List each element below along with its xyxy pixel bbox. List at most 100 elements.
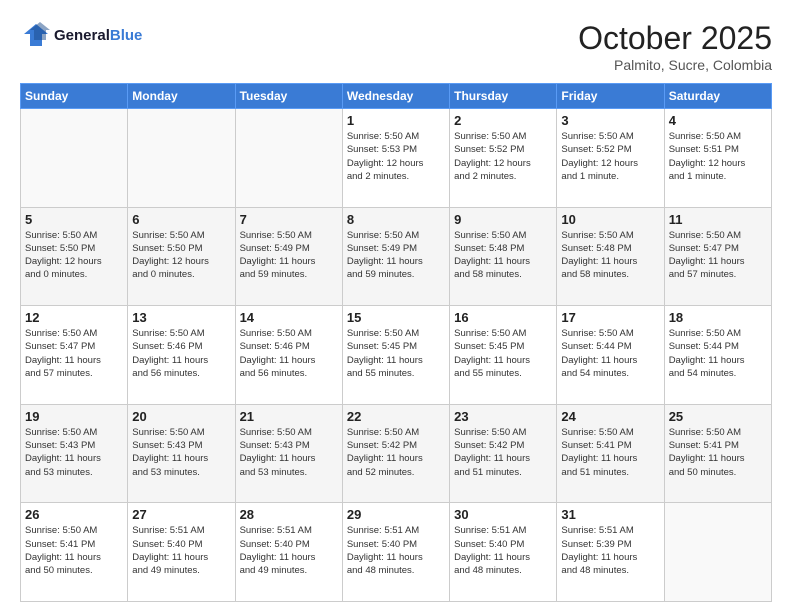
week-row-2: 5Sunrise: 5:50 AMSunset: 5:50 PMDaylight… [21, 207, 772, 306]
calendar-cell: 10 Sunrise: 5:50 AMSunset: 5:48 PMDayligh… [557, 207, 664, 306]
day-info: Sunrise: 5:50 AMSunset: 5:42 PMDaylight:… [347, 426, 445, 479]
day-info: Sunrise: 5:50 AMSunset: 5:52 PMDaylight:… [561, 130, 659, 183]
calendar-cell: 20Sunrise: 5:50 AMSunset: 5:43 PMDayligh… [128, 404, 235, 503]
day-number: 1 [347, 113, 445, 128]
weekday-sunday: Sunday [21, 84, 128, 109]
day-info: Sunrise: 5:50 AMSunset: 5:47 PMDaylight:… [25, 327, 123, 380]
day-info: Sunrise: 5:50 AMSunset: 5:51 PMDaylight:… [669, 130, 767, 183]
day-info: Sunrise: 5:50 AMSunset: 5:42 PMDaylight:… [454, 426, 552, 479]
day-number: 26 [25, 507, 123, 522]
day-number: 24 [561, 409, 659, 424]
calendar-cell: 19Sunrise: 5:50 AMSunset: 5:43 PMDayligh… [21, 404, 128, 503]
day-info: Sunrise: 5:50 AMSunset: 5:47 PMDaylight:… [669, 229, 767, 282]
calendar-cell [235, 109, 342, 208]
day-info: Sunrise: 5:51 AMSunset: 5:40 PMDaylight:… [454, 524, 552, 577]
calendar-cell: 15Sunrise: 5:50 AMSunset: 5:45 PMDayligh… [342, 306, 449, 405]
week-row-5: 26Sunrise: 5:50 AMSunset: 5:41 PMDayligh… [21, 503, 772, 602]
calendar-cell: 27 Sunrise: 5:51 AMSunset: 5:40 PMDayligh… [128, 503, 235, 602]
day-number: 27 [132, 507, 230, 522]
weekday-thursday: Thursday [450, 84, 557, 109]
page: GeneralBlue October 2025 Palmito, Sucre,… [0, 0, 792, 612]
day-info: Sunrise: 5:51 AMSunset: 5:40 PMDaylight:… [240, 524, 338, 577]
day-number: 25 [669, 409, 767, 424]
calendar-cell: 25Sunrise: 5:50 AMSunset: 5:41 PMDayligh… [664, 404, 771, 503]
calendar-cell: 28 Sunrise: 5:51 AMSunset: 5:40 PMDayligh… [235, 503, 342, 602]
day-number: 17 [561, 310, 659, 325]
calendar-cell: 4Sunrise: 5:50 AMSunset: 5:51 PMDaylight… [664, 109, 771, 208]
day-number: 31 [561, 507, 659, 522]
day-info: Sunrise: 5:51 AMSunset: 5:40 PMDaylight:… [347, 524, 445, 577]
day-number: 8 [347, 212, 445, 227]
day-info: Sunrise: 5:50 AMSunset: 5:44 PMDaylight:… [669, 327, 767, 380]
day-info: Sunrise: 5:50 AMSunset: 5:53 PMDaylight:… [347, 130, 445, 183]
calendar-cell: 1 Sunrise: 5:50 AMSunset: 5:53 PMDaylight… [342, 109, 449, 208]
calendar-cell: 24 Sunrise: 5:50 AMSunset: 5:41 PMDayligh… [557, 404, 664, 503]
calendar-cell [21, 109, 128, 208]
day-number: 14 [240, 310, 338, 325]
logo: GeneralBlue [20, 20, 142, 50]
day-number: 12 [25, 310, 123, 325]
calendar-cell: 14 Sunrise: 5:50 AMSunset: 5:46 PMDayligh… [235, 306, 342, 405]
calendar-cell: 2 Sunrise: 5:50 AMSunset: 5:52 PMDaylight… [450, 109, 557, 208]
calendar-cell: 8 Sunrise: 5:50 AMSunset: 5:49 PMDaylight… [342, 207, 449, 306]
calendar-cell: 3 Sunrise: 5:50 AMSunset: 5:52 PMDaylight… [557, 109, 664, 208]
weekday-header-row: SundayMondayTuesdayWednesdayThursdayFrid… [21, 84, 772, 109]
week-row-4: 19Sunrise: 5:50 AMSunset: 5:43 PMDayligh… [21, 404, 772, 503]
weekday-saturday: Saturday [664, 84, 771, 109]
title-block: October 2025 Palmito, Sucre, Colombia [578, 20, 772, 73]
day-info: Sunrise: 5:50 AMSunset: 5:48 PMDaylight:… [561, 229, 659, 282]
day-info: Sunrise: 5:50 AMSunset: 5:45 PMDaylight:… [454, 327, 552, 380]
day-info: Sunrise: 5:50 AMSunset: 5:43 PMDaylight:… [240, 426, 338, 479]
calendar-cell: 23 Sunrise: 5:50 AMSunset: 5:42 PMDayligh… [450, 404, 557, 503]
day-info: Sunrise: 5:50 AMSunset: 5:43 PMDaylight:… [25, 426, 123, 479]
calendar-cell: 21 Sunrise: 5:50 AMSunset: 5:43 PMDayligh… [235, 404, 342, 503]
logo-icon [20, 20, 50, 50]
day-info: Sunrise: 5:51 AMSunset: 5:39 PMDaylight:… [561, 524, 659, 577]
day-number: 2 [454, 113, 552, 128]
day-info: Sunrise: 5:50 AMSunset: 5:50 PMDaylight:… [25, 229, 123, 282]
day-number: 29 [347, 507, 445, 522]
week-row-1: 1 Sunrise: 5:50 AMSunset: 5:53 PMDaylight… [21, 109, 772, 208]
calendar-cell [128, 109, 235, 208]
month-title: October 2025 [578, 20, 772, 57]
weekday-tuesday: Tuesday [235, 84, 342, 109]
week-row-3: 12 Sunrise: 5:50 AMSunset: 5:47 PMDayligh… [21, 306, 772, 405]
day-number: 23 [454, 409, 552, 424]
day-number: 9 [454, 212, 552, 227]
day-info: Sunrise: 5:50 AMSunset: 5:46 PMDaylight:… [132, 327, 230, 380]
calendar-cell: 22 Sunrise: 5:50 AMSunset: 5:42 PMDayligh… [342, 404, 449, 503]
day-number: 18 [669, 310, 767, 325]
day-info: Sunrise: 5:51 AMSunset: 5:40 PMDaylight:… [132, 524, 230, 577]
calendar-cell: 16 Sunrise: 5:50 AMSunset: 5:45 PMDayligh… [450, 306, 557, 405]
calendar-cell: 18 Sunrise: 5:50 AMSunset: 5:44 PMDayligh… [664, 306, 771, 405]
day-number: 3 [561, 113, 659, 128]
calendar-cell: 30 Sunrise: 5:51 AMSunset: 5:40 PMDayligh… [450, 503, 557, 602]
day-number: 7 [240, 212, 338, 227]
day-info: Sunrise: 5:50 AMSunset: 5:52 PMDaylight:… [454, 130, 552, 183]
day-info: Sunrise: 5:50 AMSunset: 5:41 PMDaylight:… [561, 426, 659, 479]
weekday-wednesday: Wednesday [342, 84, 449, 109]
day-number: 11 [669, 212, 767, 227]
day-number: 21 [240, 409, 338, 424]
day-info: Sunrise: 5:50 AMSunset: 5:46 PMDaylight:… [240, 327, 338, 380]
calendar-cell: 5Sunrise: 5:50 AMSunset: 5:50 PMDaylight… [21, 207, 128, 306]
calendar-cell: 7Sunrise: 5:50 AMSunset: 5:49 PMDaylight… [235, 207, 342, 306]
logo-text: GeneralBlue [54, 27, 142, 44]
calendar-cell: 31 Sunrise: 5:51 AMSunset: 5:39 PMDayligh… [557, 503, 664, 602]
day-number: 20 [132, 409, 230, 424]
day-info: Sunrise: 5:50 AMSunset: 5:49 PMDaylight:… [347, 229, 445, 282]
day-number: 28 [240, 507, 338, 522]
day-number: 15 [347, 310, 445, 325]
day-number: 30 [454, 507, 552, 522]
calendar-cell: 11 Sunrise: 5:50 AMSunset: 5:47 PMDayligh… [664, 207, 771, 306]
calendar-cell: 26Sunrise: 5:50 AMSunset: 5:41 PMDayligh… [21, 503, 128, 602]
calendar-cell: 9 Sunrise: 5:50 AMSunset: 5:48 PMDaylight… [450, 207, 557, 306]
calendar-cell: 6Sunrise: 5:50 AMSunset: 5:50 PMDaylight… [128, 207, 235, 306]
weekday-friday: Friday [557, 84, 664, 109]
day-number: 10 [561, 212, 659, 227]
location: Palmito, Sucre, Colombia [578, 57, 772, 73]
header: GeneralBlue October 2025 Palmito, Sucre,… [20, 20, 772, 73]
day-info: Sunrise: 5:50 AMSunset: 5:48 PMDaylight:… [454, 229, 552, 282]
day-number: 16 [454, 310, 552, 325]
day-number: 22 [347, 409, 445, 424]
